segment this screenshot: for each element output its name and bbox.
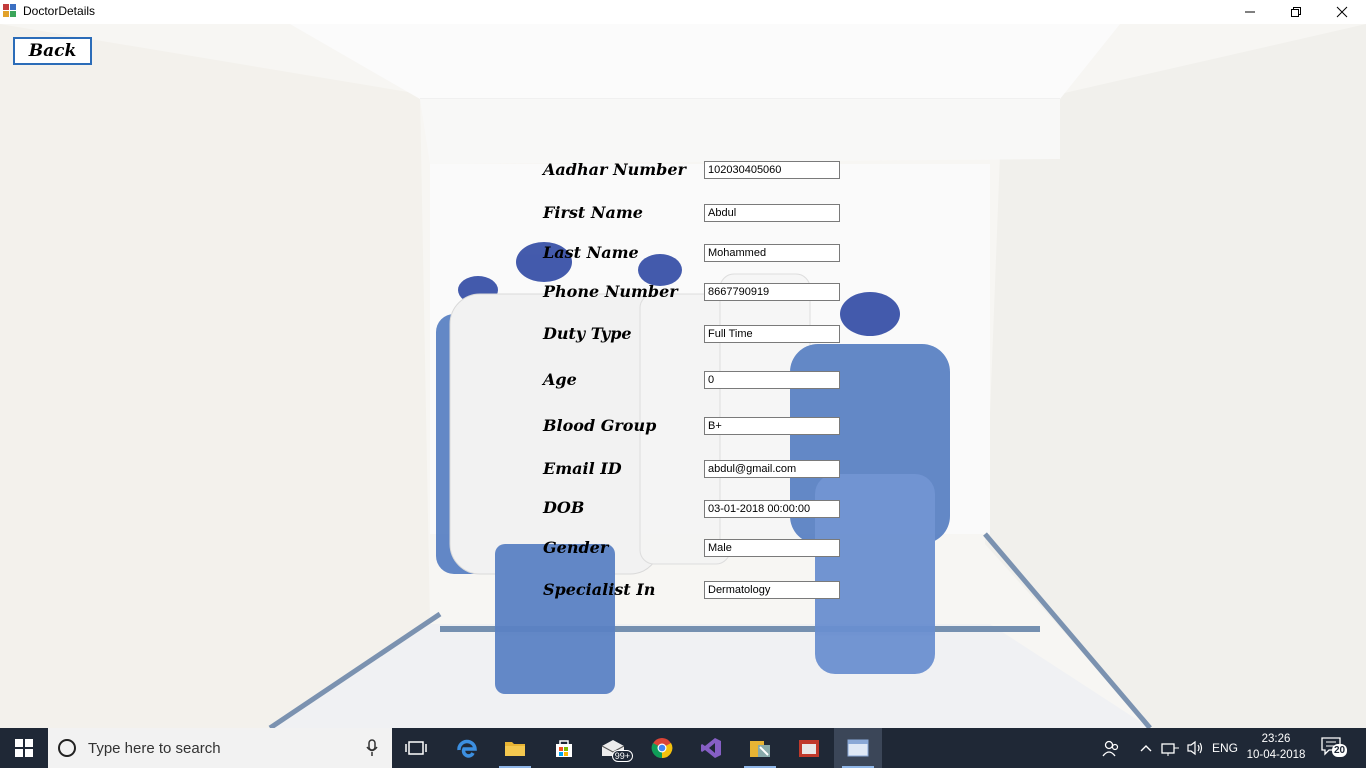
chrome-button[interactable] xyxy=(638,728,686,768)
specialist-in-field[interactable]: Dermatology xyxy=(704,581,840,599)
age-field[interactable]: 0 xyxy=(704,371,840,389)
task-view-button[interactable] xyxy=(392,728,440,768)
first-name-field[interactable]: Abdul xyxy=(704,204,840,222)
app-icon xyxy=(3,4,17,18)
gender-field[interactable]: Male xyxy=(704,539,840,557)
age-label: Age xyxy=(543,370,577,389)
window-app-icon xyxy=(847,739,869,757)
tool-app-icon xyxy=(750,741,770,757)
phone-number-field[interactable]: 8667790919 xyxy=(704,283,840,301)
last-name-field[interactable]: Mohammed xyxy=(704,244,840,262)
hospital-corridor-background xyxy=(0,24,1366,728)
restore-button[interactable] xyxy=(1273,0,1319,24)
window-title: DoctorDetails xyxy=(23,4,96,18)
edge-button[interactable] xyxy=(443,728,491,768)
aadhar-number-label: Aadhar Number xyxy=(543,160,686,179)
duty-type-label: Duty Type xyxy=(543,324,632,343)
office-app-icon xyxy=(799,740,819,757)
edge-icon xyxy=(457,739,477,758)
close-button[interactable] xyxy=(1319,0,1365,24)
start-button[interactable] xyxy=(0,728,48,768)
task-view-icon xyxy=(405,741,427,755)
minimize-icon xyxy=(1245,11,1255,13)
email-id-field[interactable]: abdul@gmail.com xyxy=(704,460,840,478)
phone-number-label: Phone Number xyxy=(543,282,678,301)
store-icon xyxy=(556,740,572,757)
specialist-in-label: Specialist In xyxy=(543,580,656,599)
chrome-icon xyxy=(651,738,673,759)
mail-button[interactable]: 99+ xyxy=(589,728,637,768)
close-icon xyxy=(1336,6,1348,18)
visual-studio-icon xyxy=(701,738,721,758)
file-explorer-button[interactable] xyxy=(491,728,539,768)
folder-icon xyxy=(505,742,525,756)
window-content: Back Aadhar Number 102030405060 First Na… xyxy=(0,24,1366,728)
cortana-icon xyxy=(58,739,76,757)
back-button[interactable]: Back xyxy=(13,37,92,65)
blood-group-label: Blood Group xyxy=(543,416,657,435)
volume-icon[interactable] xyxy=(1186,740,1204,756)
mail-badge: 99+ xyxy=(611,750,633,762)
taskbar-search-box[interactable]: Type here to search xyxy=(48,728,392,768)
notification-count-badge: 20 xyxy=(1332,744,1348,757)
last-name-label: Last Name xyxy=(543,243,639,262)
search-placeholder: Type here to search xyxy=(88,740,221,757)
chevron-up-icon[interactable] xyxy=(1140,742,1152,754)
gender-label: Gender xyxy=(543,538,609,557)
first-name-label: First Name xyxy=(543,203,643,222)
email-id-label: Email ID xyxy=(543,459,622,478)
clock-time: 23:26 xyxy=(1261,733,1291,745)
aadhar-number-field[interactable]: 102030405060 xyxy=(704,161,840,179)
office-app-button[interactable] xyxy=(785,728,833,768)
visual-studio-button[interactable] xyxy=(687,728,735,768)
windows-icon xyxy=(15,739,33,757)
language-indicator[interactable]: ENG xyxy=(1212,741,1238,755)
dob-label: DOB xyxy=(543,498,585,517)
clock[interactable]: 23:26 10-04-2018 xyxy=(1240,731,1312,763)
store-button[interactable] xyxy=(540,728,588,768)
taskbar: Type here to search 99+ ENG 23:26 10-04-… xyxy=(0,728,1366,768)
restore-icon xyxy=(1291,7,1301,17)
duty-type-field[interactable]: Full Time xyxy=(704,325,840,343)
network-icon[interactable] xyxy=(1160,740,1180,756)
clock-date: 10-04-2018 xyxy=(1246,749,1306,761)
dob-field[interactable]: 03-01-2018 00:00:00 xyxy=(704,500,840,518)
people-icon[interactable] xyxy=(1102,739,1120,757)
minimize-button[interactable] xyxy=(1227,0,1273,24)
blood-group-field[interactable]: B+ xyxy=(704,417,840,435)
doctor-details-taskbar-button[interactable] xyxy=(834,728,882,768)
tool-app-button[interactable] xyxy=(736,728,784,768)
action-center-button[interactable]: 20 xyxy=(1320,736,1350,760)
microphone-icon[interactable] xyxy=(366,739,378,757)
title-bar: DoctorDetails xyxy=(0,0,1366,24)
